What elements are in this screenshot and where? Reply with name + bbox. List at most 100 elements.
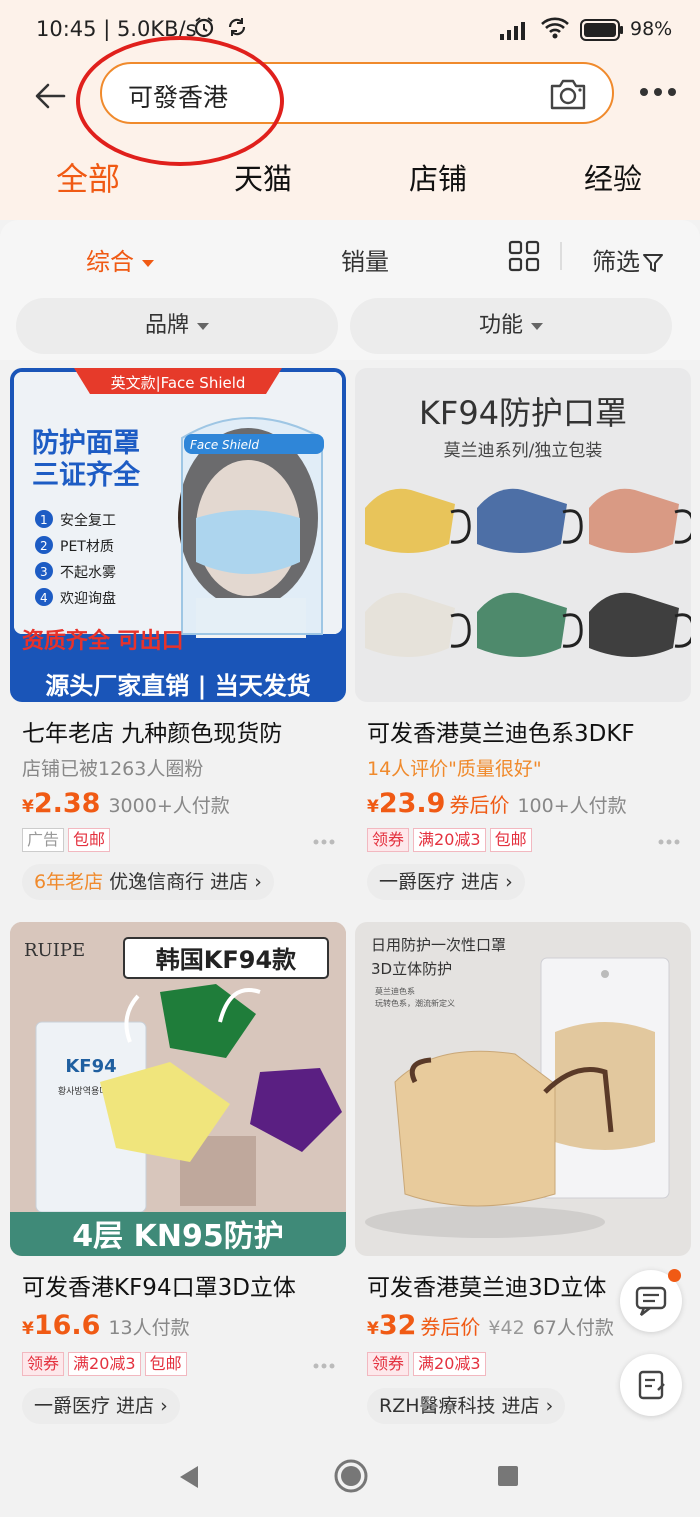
paid-count: 67人付款 bbox=[532, 1317, 614, 1339]
image-feature: PET材质 bbox=[60, 539, 114, 555]
shop-link[interactable]: 一爵医疗 进店 › bbox=[367, 864, 525, 900]
product-card[interactable]: 日用防护一次性口罩 3D立体防护 莫兰迪色系 玩转色系，潮流新定义 可发香港莫兰… bbox=[355, 922, 691, 1424]
chevron-right-icon: › bbox=[254, 871, 262, 893]
price-line: ¥23.9 券后价 100+人付款 bbox=[367, 788, 627, 819]
filter-button[interactable]: 筛选 bbox=[592, 242, 664, 277]
more-dots-icon[interactable] bbox=[312, 838, 336, 846]
battery-icon bbox=[580, 19, 623, 41]
more-dots-icon[interactable] bbox=[657, 838, 681, 846]
image-headline-2: 三证齐全 bbox=[32, 459, 141, 491]
product-card[interactable]: RUIPE 韩国KF94款 KF94 황사방역용마스크 4层 KN95防护 可发… bbox=[10, 922, 346, 1424]
product-card[interactable]: KF94防护口罩 莫兰迪系列/独立包装 可发香港莫兰迪色系3DKF 14人评价"… bbox=[355, 368, 691, 908]
discount-tag: 满20减3 bbox=[413, 828, 486, 852]
product-title[interactable]: 七年老店 九种颜色现货防 bbox=[22, 714, 342, 748]
price: 23.9 bbox=[378, 788, 446, 819]
grid-view-icon[interactable] bbox=[508, 240, 540, 272]
funnel-icon bbox=[643, 254, 663, 272]
ad-tag: 广告 bbox=[22, 828, 65, 852]
free-shipping-tag: 包邮 bbox=[68, 828, 111, 852]
mask-swatch bbox=[589, 488, 679, 553]
battery-percent: 98% bbox=[630, 18, 673, 40]
free-shipping-tag: 包邮 bbox=[144, 1352, 187, 1376]
tab-tmall[interactable]: 天猫 bbox=[234, 156, 292, 198]
chevron-right-icon: › bbox=[545, 1395, 554, 1417]
image-feature: 不起水雾 bbox=[60, 565, 116, 581]
free-shipping-tag: 包邮 bbox=[489, 828, 532, 852]
shop-link[interactable]: 6年老店 优逸信商行 进店 › bbox=[22, 864, 274, 900]
discount-tag: 满20减3 bbox=[413, 1352, 486, 1376]
status-bar: 10:45 | 5.0KB/s 98% bbox=[0, 0, 700, 62]
brand-filter-label: 品牌 bbox=[144, 313, 189, 338]
more-dots-icon[interactable] bbox=[312, 1362, 336, 1370]
tag-row: 领券 满20减3 bbox=[367, 1352, 490, 1376]
kf94-korean-masks-image: RUIPE 韩国KF94款 KF94 황사방역용마스크 4层 KN95防护 bbox=[10, 922, 346, 1256]
chevron-right-icon: › bbox=[160, 1395, 168, 1417]
camera-icon[interactable] bbox=[548, 76, 588, 112]
price: 32 bbox=[378, 1310, 417, 1341]
product-image[interactable]: RUIPE 韩国KF94款 KF94 황사방역용마스크 4层 KN95防护 bbox=[10, 922, 346, 1256]
shop-age: 6年老店 bbox=[34, 871, 104, 893]
function-filter[interactable]: 功能 bbox=[350, 298, 672, 354]
sort-comprehensive[interactable]: 综合 bbox=[86, 242, 154, 277]
paid-count: 13人付款 bbox=[108, 1317, 190, 1339]
svg-text:1: 1 bbox=[40, 513, 48, 527]
currency: ¥ bbox=[367, 797, 379, 817]
search-query[interactable]: 可發香港 bbox=[128, 78, 228, 114]
shop-name: RZH醫療科技 进店 bbox=[379, 1395, 540, 1417]
mask-swatch bbox=[477, 488, 567, 553]
search-input[interactable]: 可發香港 bbox=[100, 62, 614, 124]
product-image[interactable]: Face Shield 英文款|Face Shield 防护面罩 三证齐全 1 … bbox=[10, 368, 346, 702]
tab-all[interactable]: 全部 bbox=[56, 154, 120, 200]
product-card[interactable]: Face Shield 英文款|Face Shield 防护面罩 三证齐全 1 … bbox=[10, 368, 346, 908]
mask-swatch bbox=[477, 592, 567, 657]
back-triangle-icon[interactable] bbox=[176, 1464, 202, 1490]
product-image[interactable]: KF94防护口罩 莫兰迪系列/独立包装 bbox=[355, 368, 691, 702]
tab-shops[interactable]: 店铺 bbox=[409, 156, 467, 198]
notification-dot bbox=[668, 1269, 681, 1282]
beige-mask-image: 日用防护一次性口罩 3D立体防护 莫兰迪色系 玩转色系，潮流新定义 bbox=[365, 936, 670, 1238]
face-shield-image: Face Shield 英文款|Face Shield 防护面罩 三证齐全 1 … bbox=[14, 368, 342, 700]
product-image[interactable]: 日用防护一次性口罩 3D立体防护 莫兰迪色系 玩转色系，潮流新定义 bbox=[355, 922, 691, 1256]
price: 2.38 bbox=[33, 788, 101, 819]
more-icon[interactable] bbox=[638, 84, 678, 100]
currency: ¥ bbox=[22, 797, 34, 817]
home-circle-icon[interactable] bbox=[333, 1458, 369, 1494]
currency: ¥ bbox=[22, 1319, 34, 1339]
svg-text:4: 4 bbox=[40, 591, 48, 605]
coupon-tag[interactable]: 领券 bbox=[367, 1352, 410, 1376]
image-banner: 英文款|Face Shield bbox=[111, 374, 246, 392]
wifi-icon bbox=[541, 17, 569, 39]
mask-earloop bbox=[562, 613, 583, 648]
mask-earloop bbox=[562, 509, 583, 544]
sync-icon bbox=[228, 18, 246, 36]
search-tabs: 全部 天猫 店铺 经验 bbox=[0, 154, 700, 202]
shop-name: 优逸信商行 进店 bbox=[109, 871, 249, 893]
shop-link[interactable]: RZH醫療科技 进店 › bbox=[367, 1388, 566, 1424]
brand-filter[interactable]: 品牌 bbox=[16, 298, 338, 354]
coupon-tag[interactable]: 领券 bbox=[22, 1352, 65, 1376]
shop-link[interactable]: 一爵医疗 进店 › bbox=[22, 1388, 180, 1424]
back-arrow-icon[interactable] bbox=[30, 76, 70, 116]
price-line: ¥2.38 3000+人付款 bbox=[22, 788, 230, 819]
sort-bar: 综合 销量 筛选 品牌 功能 bbox=[0, 220, 700, 360]
tab-experience[interactable]: 经验 bbox=[584, 156, 642, 198]
feedback-button[interactable] bbox=[620, 1354, 682, 1416]
caret-down-icon bbox=[197, 322, 209, 330]
sort-comprehensive-label: 综合 bbox=[86, 248, 134, 276]
recents-square-icon[interactable] bbox=[496, 1464, 520, 1488]
function-filter-label: 功能 bbox=[478, 313, 523, 338]
caret-down-icon bbox=[531, 322, 543, 330]
search-header: 可發香港 全部 天猫 店铺 经验 bbox=[0, 36, 700, 220]
product-title[interactable]: 可发香港莫兰迪色系3DKF bbox=[367, 714, 687, 748]
visor-label: Face Shield bbox=[190, 438, 259, 452]
sort-sales[interactable]: 销量 bbox=[341, 242, 389, 277]
tag-row: 广告 包邮 bbox=[22, 828, 114, 852]
currency: ¥ bbox=[367, 1319, 379, 1339]
price-line: ¥32 券后价 ¥42 67人付款 bbox=[367, 1310, 614, 1341]
svg-text:2: 2 bbox=[40, 539, 48, 553]
discount-tag: 满20减3 bbox=[68, 1352, 141, 1376]
tag-row: 领券 满20减3 包邮 bbox=[22, 1352, 191, 1376]
coupon-tag[interactable]: 领券 bbox=[367, 828, 410, 852]
original-price: ¥42 bbox=[488, 1317, 525, 1339]
product-title[interactable]: 可发香港KF94口罩3D立体 bbox=[22, 1268, 342, 1302]
